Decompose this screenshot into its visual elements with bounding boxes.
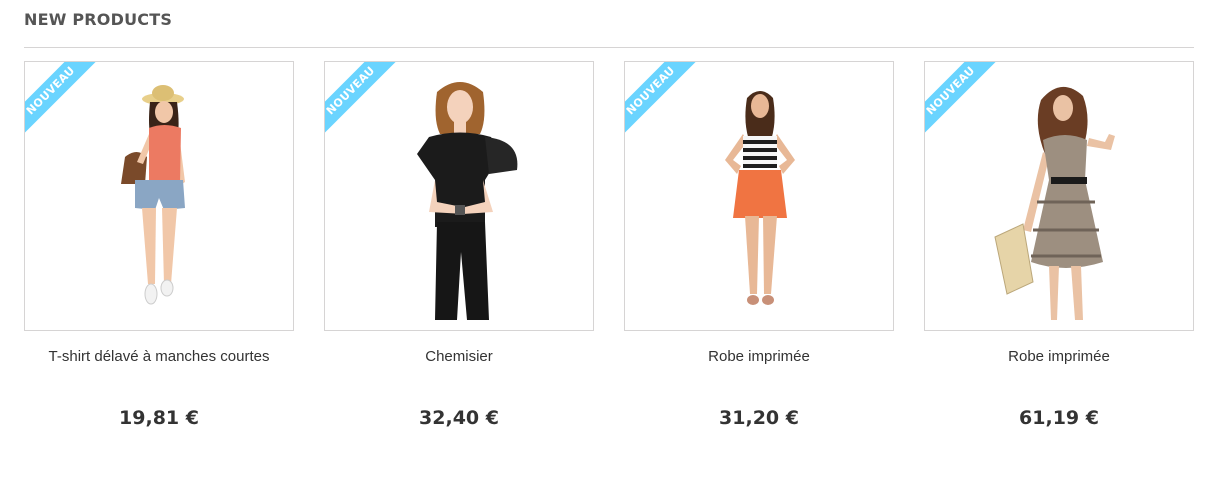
new-badge-label: NOUVEAU (25, 62, 102, 142)
product-card: NOUVEAU Chemisier 32,40 € (324, 61, 594, 461)
product-price: 19,81 € (119, 407, 199, 429)
product-card: NOUVEAU T-shirt délavé à manches courtes… (24, 61, 294, 461)
product-image-link[interactable]: NOUVEAU (324, 61, 594, 331)
product-name-link[interactable]: Chemisier (324, 345, 594, 391)
section-divider (24, 47, 1194, 48)
product-card: NOUVEAU Robe imprimée 61,19 € (924, 61, 1194, 461)
product-price: 32,40 € (419, 407, 499, 429)
product-price: 61,19 € (1019, 407, 1099, 429)
product-price: 31,20 € (719, 407, 799, 429)
product-name-link[interactable]: Robe imprimée (624, 345, 894, 391)
new-badge: NOUVEAU (625, 62, 707, 144)
product-image-link[interactable]: NOUVEAU (24, 61, 294, 331)
new-badge: NOUVEAU (25, 62, 107, 144)
new-badge-label: NOUVEAU (325, 62, 402, 142)
section-title: NEW PRODUCTS (24, 10, 173, 29)
product-card: NOUVEAU Robe imprimée 31,20 € (624, 61, 894, 461)
new-badge: NOUVEAU (925, 62, 1007, 144)
product-name-link[interactable]: T-shirt délavé à manches courtes (24, 345, 294, 391)
new-badge: NOUVEAU (325, 62, 407, 144)
new-badge-label: NOUVEAU (625, 62, 702, 142)
product-name-link[interactable]: Robe imprimée (924, 345, 1194, 391)
product-image-link[interactable]: NOUVEAU (924, 61, 1194, 331)
product-list: NOUVEAU T-shirt délavé à manches courtes… (24, 61, 1194, 461)
product-image-link[interactable]: NOUVEAU (624, 61, 894, 331)
new-badge-label: NOUVEAU (925, 62, 1002, 142)
